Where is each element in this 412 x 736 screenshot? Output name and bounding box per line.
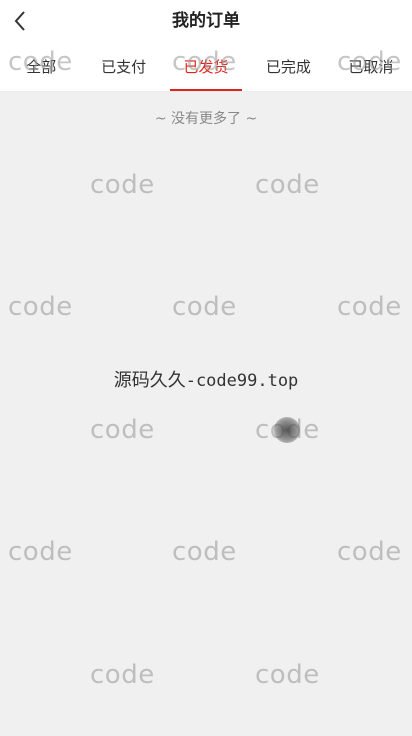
overlay-text-cn: 源码久久 [113, 370, 186, 391]
watermark-text: code [337, 537, 402, 567]
page-title: 我的订单 [172, 11, 240, 31]
tab-completed[interactable]: 已完成 [247, 42, 329, 91]
overlay-text-en: -code99.top [185, 371, 299, 391]
watermark-text: code [172, 292, 237, 322]
watermark-text: code [8, 292, 73, 322]
watermark-text: code [255, 660, 320, 690]
watermark-text: code [90, 170, 155, 200]
watermark-text: code [90, 415, 155, 445]
overlay-text: 源码久久-code99.top [0, 366, 412, 392]
tab-paid[interactable]: 已支付 [82, 42, 164, 91]
top-bar: 我的订单 [0, 0, 412, 42]
tab-cancelled[interactable]: 已取消 [330, 42, 412, 91]
watermark-text: code [90, 660, 155, 690]
watermark-text: code [337, 292, 402, 322]
touch-indicator [274, 417, 300, 443]
tab-shipped[interactable]: 已发货 [165, 42, 247, 91]
watermark-text: code [255, 170, 320, 200]
tab-all[interactable]: 全部 [0, 42, 82, 91]
order-tabs: 全部 已支付 已发货 已完成 已取消 [0, 42, 412, 92]
no-more-text: ~ 没有更多了 ~ [154, 111, 258, 127]
watermark-text: code [172, 537, 237, 567]
watermark-text: code [8, 537, 73, 567]
